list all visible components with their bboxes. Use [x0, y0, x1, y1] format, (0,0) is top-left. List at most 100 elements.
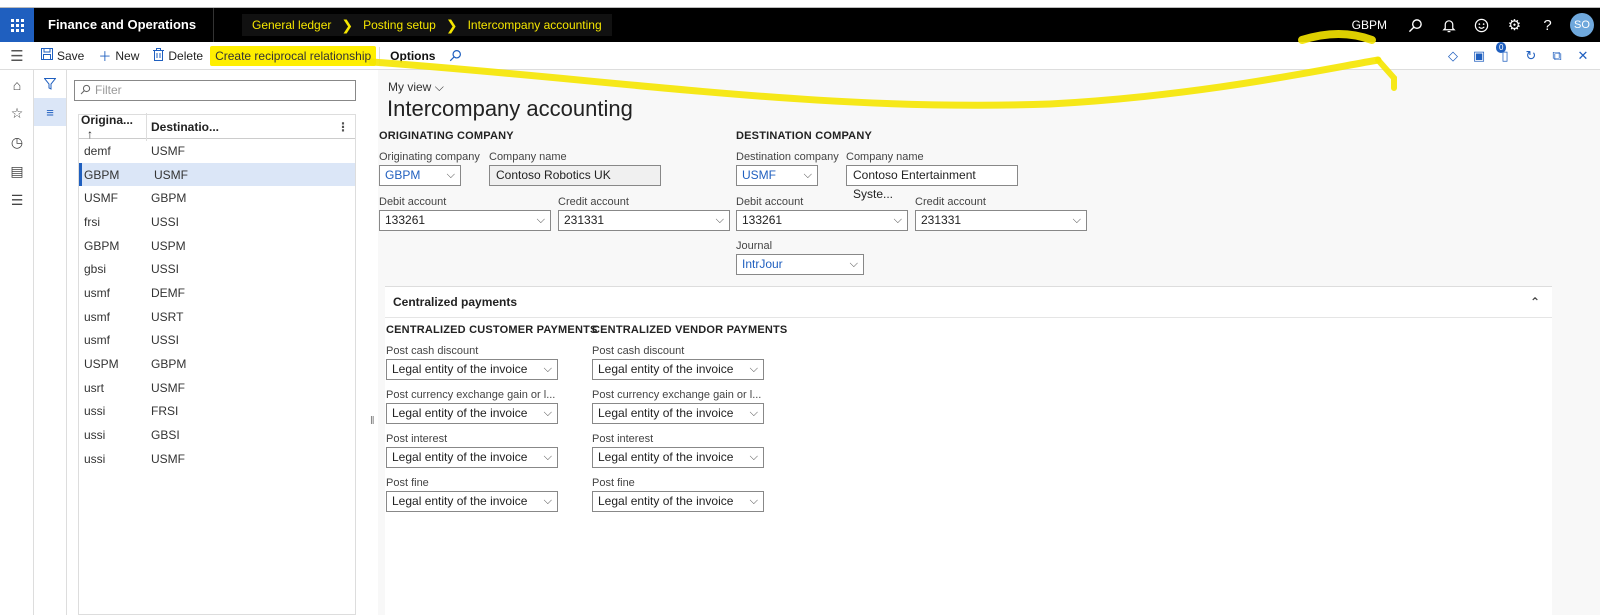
filter-icon[interactable] — [34, 70, 66, 98]
table-row[interactable]: demf USMF — [79, 139, 355, 163]
chevron-down-icon: ⌵ — [543, 495, 552, 507]
view-selector[interactable]: My view ⌵ — [388, 80, 444, 95]
originating-debit-value: 133261 — [385, 213, 426, 227]
table-row[interactable]: ussi GBSI — [79, 423, 355, 447]
vendor-field-value: Legal entity of the invoice — [598, 406, 734, 420]
table-row[interactable]: GBPM USPM — [79, 234, 355, 258]
refresh-icon[interactable]: ↻ — [1518, 48, 1544, 64]
table-row[interactable]: USPM GBPM — [79, 352, 355, 376]
vendor-field-select[interactable]: Legal entity of the invoice ⌵ — [592, 359, 764, 380]
originating-debit-select[interactable]: 133261 ⌵ — [379, 210, 551, 231]
centralized-payments-fasttab: Centralized payments ⌃ CENTRALIZED CUSTO… — [385, 286, 1552, 615]
save-button[interactable]: Save — [34, 42, 91, 70]
cell-destination: GBSI — [151, 428, 180, 443]
chevron-up-icon[interactable]: ⌃ — [1530, 287, 1540, 318]
options-tab[interactable]: Options — [383, 42, 442, 70]
filter-placeholder: Filter — [95, 83, 122, 97]
action-pane: ☰ Save ＋ New Delete Create reciprocal re… — [0, 42, 1600, 70]
centralized-payments-header[interactable]: Centralized payments ⌃ — [385, 287, 1552, 318]
originating-company-label: Originating company — [379, 151, 480, 163]
table-row[interactable]: ussi USMF — [79, 447, 355, 471]
breadcrumb-general-ledger[interactable]: General ledger — [252, 18, 331, 32]
table-row[interactable]: ussi FRSI — [79, 400, 355, 424]
originating-credit-label: Credit account — [558, 196, 629, 208]
customer-field-label: Post fine — [386, 477, 429, 489]
star-icon[interactable]: ☆ — [0, 99, 34, 128]
table-row[interactable]: frsi USSI — [79, 210, 355, 234]
search-icon[interactable] — [1399, 8, 1432, 42]
cell-destination: USMF — [154, 167, 188, 182]
chevron-down-icon: ⌵ — [446, 169, 455, 181]
cell-destination: USPM — [151, 238, 186, 253]
workspaces-icon[interactable]: ▤ — [0, 157, 34, 186]
destination-company-select[interactable]: USMF ⌵ — [736, 165, 818, 186]
filter-input[interactable]: Filter — [74, 80, 356, 101]
grid-header: Origina... ↑ Destinatio... ⋮ — [79, 112, 355, 141]
table-row[interactable]: usmf DEMF — [79, 281, 355, 305]
modules-icon[interactable]: ☰ — [0, 186, 34, 215]
more-options-icon[interactable]: ⋮ — [332, 120, 352, 134]
customer-field-label: Post currency exchange gain or l... — [386, 389, 556, 401]
save-label: Save — [57, 48, 85, 63]
customer-field-select[interactable]: Legal entity of the invoice ⌵ — [386, 447, 558, 468]
originating-credit-select[interactable]: 231331 ⌵ — [558, 210, 730, 231]
originating-credit-value: 231331 — [564, 213, 605, 227]
close-icon[interactable]: ✕ — [1570, 48, 1596, 64]
record-list-panel: Filter Origina... ↑ Destinatio... ⋮ demf… — [67, 70, 362, 615]
office-icon[interactable]: ▣ — [1466, 48, 1492, 64]
table-row[interactable]: usrt USMF — [79, 376, 355, 400]
breadcrumb-intercompany-accounting[interactable]: Intercompany accounting — [468, 18, 602, 32]
chevron-down-icon: ⌵ — [749, 407, 758, 419]
new-label: New — [115, 48, 140, 63]
cell-originating: frsi — [84, 214, 100, 229]
gear-icon[interactable]: ⚙ — [1498, 8, 1531, 42]
table-row[interactable]: usmf USSI — [79, 329, 355, 353]
hamburger-icon[interactable]: ☰ — [0, 47, 34, 65]
smiley-icon[interactable] — [1465, 8, 1498, 42]
table-row[interactable]: GBPM USMF — [79, 162, 355, 187]
clock-icon[interactable]: ◷ — [0, 128, 34, 157]
top-bar: Finance and Operations General ledger ❯ … — [0, 8, 1600, 42]
create-reciprocal-relationship-button[interactable]: Create reciprocal relationship — [210, 45, 377, 66]
breadcrumb-posting-setup[interactable]: Posting setup — [363, 18, 436, 32]
delete-button[interactable]: Delete — [146, 42, 210, 70]
company-picker[interactable]: GBPM — [1352, 18, 1387, 32]
customer-field-select[interactable]: Legal entity of the invoice ⌵ — [386, 403, 558, 424]
table-row[interactable]: USMF GBPM — [79, 186, 355, 210]
list-view-icon[interactable]: ≡ — [34, 98, 66, 126]
destination-debit-select[interactable]: 133261 ⌵ — [736, 210, 908, 231]
column-header-originating[interactable]: Origina... ↑ — [79, 112, 147, 141]
customer-field-select[interactable]: Legal entity of the invoice ⌵ — [386, 359, 558, 380]
destination-company-value: USMF — [742, 168, 776, 182]
home-icon[interactable]: ⌂ — [0, 70, 34, 99]
cell-originating: usmf — [84, 285, 111, 300]
open-new-window-icon[interactable]: ⧉ — [1544, 48, 1570, 64]
help-icon[interactable]: ? — [1531, 8, 1564, 42]
cell-destination: GBPM — [151, 357, 187, 372]
vendor-field-select[interactable]: Legal entity of the invoice ⌵ — [592, 491, 764, 512]
table-row[interactable]: usmf USRT — [79, 305, 355, 329]
table-row[interactable]: gbsi USSI — [79, 257, 355, 281]
splitter-handle[interactable]: ‖ — [370, 415, 375, 427]
grid-rows: demf USMF GBPM USMF USMF GBPM frsi USSI GBPM USPM… — [79, 139, 355, 471]
bell-icon[interactable] — [1432, 8, 1465, 42]
customer-field-select[interactable]: Legal entity of the invoice ⌵ — [386, 491, 558, 512]
vendor-field-select[interactable]: Legal entity of the invoice ⌵ — [592, 403, 764, 424]
attachments-icon[interactable]: 0 ▯ — [1492, 42, 1518, 64]
column-header-destination[interactable]: Destinatio... — [147, 120, 332, 134]
destination-credit-select[interactable]: 231331 ⌵ — [915, 210, 1087, 231]
chevron-down-icon: ⌵ — [434, 80, 444, 94]
journal-select[interactable]: IntrJour ⌵ — [736, 254, 864, 275]
originating-company-select[interactable]: GBPM ⌵ — [379, 165, 461, 186]
chevron-right-icon: ❯ — [341, 16, 354, 33]
avatar[interactable]: SO — [1570, 13, 1594, 37]
chevron-down-icon: ⌵ — [543, 363, 552, 375]
vendor-field-select[interactable]: Legal entity of the invoice ⌵ — [592, 447, 764, 468]
power-apps-icon[interactable]: ◇ — [1440, 48, 1466, 64]
app-title[interactable]: Finance and Operations — [34, 8, 214, 42]
app-launcher-icon[interactable] — [0, 8, 34, 42]
vendor-payments-section-title: CENTRALIZED VENDOR PAYMENTS — [592, 324, 788, 336]
destination-debit-value: 133261 — [742, 213, 783, 227]
action-search-icon[interactable] — [442, 42, 469, 70]
new-button[interactable]: ＋ New — [91, 42, 146, 70]
